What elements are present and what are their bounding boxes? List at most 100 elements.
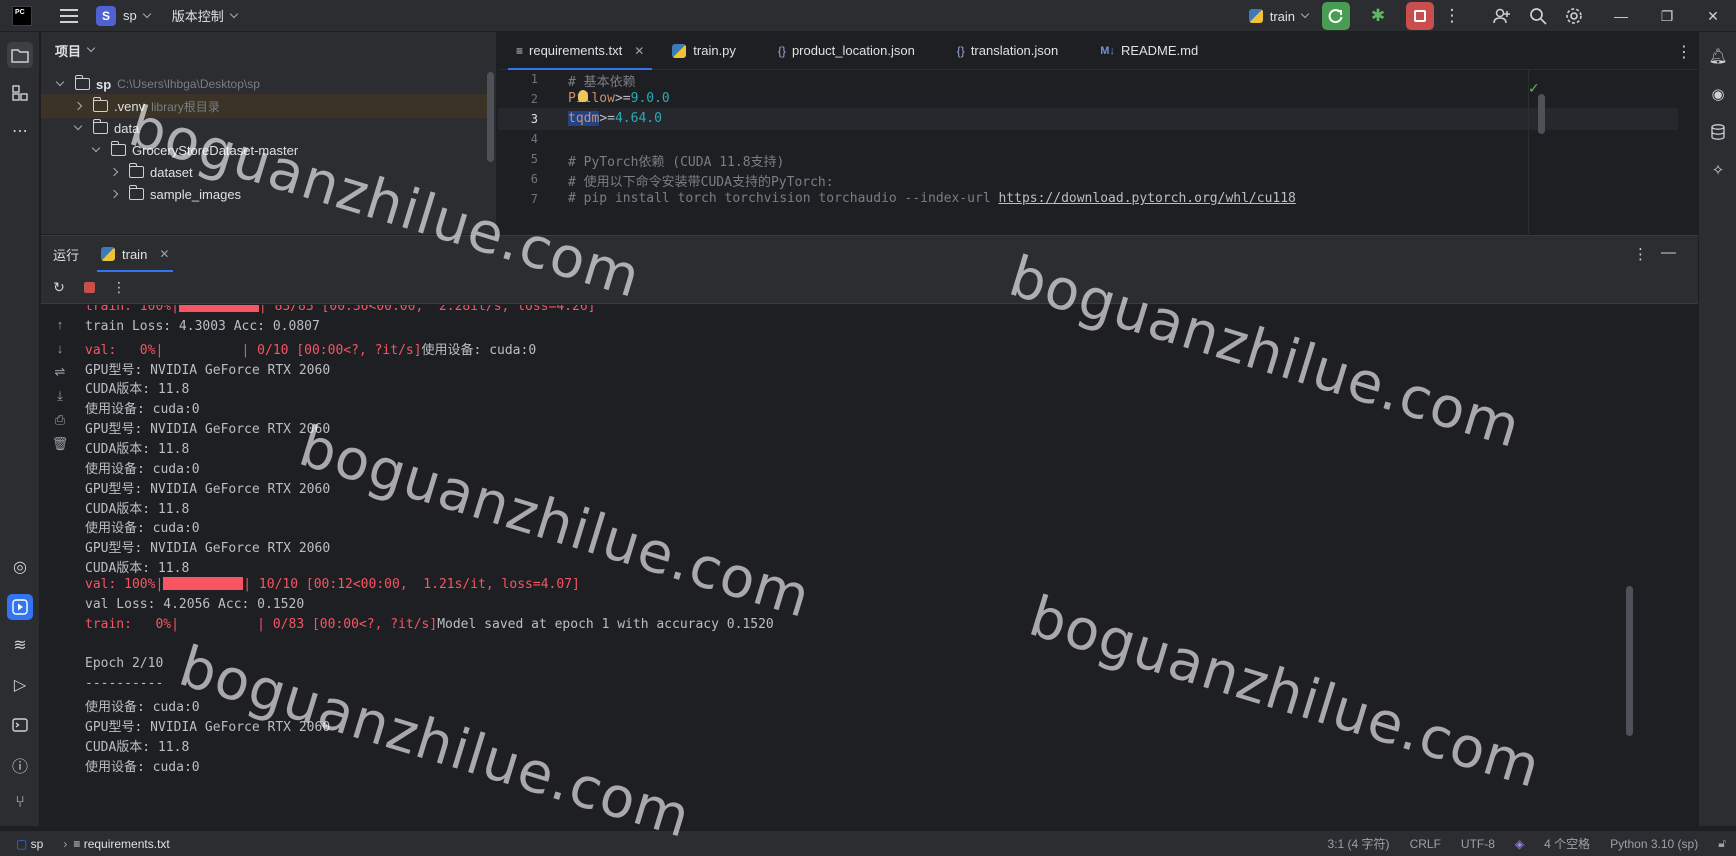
problems-icon[interactable]: ⓘ — [7, 752, 33, 778]
close-tab-icon[interactable]: ✕ — [634, 44, 644, 58]
add-user-icon[interactable] — [1484, 0, 1520, 32]
rerun-button[interactable] — [1322, 2, 1350, 30]
run-tool-icon[interactable] — [7, 594, 33, 620]
editor-area: ≡ requirements.txt ✕ train.py {} product… — [498, 32, 1698, 234]
tree-item-sample-images[interactable]: sample_images — [109, 182, 241, 206]
notifications-icon[interactable]: 🔔︎ — [1706, 44, 1730, 68]
url-link[interactable]: https://download.pytorch.org/whl/cu118 — [998, 191, 1295, 206]
search-icon[interactable] — [1520, 0, 1556, 32]
trash-icon[interactable]: 🗑︎ — [49, 433, 71, 455]
settings-gear-icon[interactable] — [1556, 0, 1592, 32]
code-line-6[interactable]: # 使用以下命令安装带CUDA支持的PyTorch: — [568, 171, 834, 190]
expand-arrow-icon — [55, 77, 65, 87]
copilot-icon[interactable]: ✧ — [1706, 158, 1730, 182]
console-text: ---------- — [85, 676, 164, 692]
console-output[interactable]: train: 100%| | 83/83 [00:36<00:00, 2.28it… — [85, 305, 1645, 827]
tab-label: translation.json — [970, 43, 1059, 58]
services-icon[interactable]: ▷ — [7, 672, 33, 698]
left-tool-strip: ⋯ ◎ ≋ ▷ ⓘ ⑂ — [0, 32, 40, 826]
console-scrollbar[interactable] — [1626, 586, 1633, 736]
project-scrollbar[interactable] — [487, 72, 494, 162]
file-encoding[interactable]: UTF-8 — [1461, 837, 1495, 851]
tab-label: train.py — [693, 43, 736, 58]
ai-assistant-icon[interactable]: ◉ — [1706, 82, 1730, 106]
line-separator[interactable]: CRLF — [1410, 837, 1441, 851]
status-project[interactable]: ▢ sp — [16, 837, 43, 851]
ai-status-icon[interactable]: ◈ — [1515, 837, 1524, 851]
code-line-1[interactable]: # 基本依赖 — [568, 71, 636, 90]
debug-icon[interactable]: ✱ — [1360, 0, 1396, 32]
folder-icon — [92, 119, 108, 134]
print-icon[interactable]: ⎙ — [49, 409, 71, 431]
lightbulb-icon[interactable] — [578, 90, 588, 102]
version-number: 9.0.0 — [630, 91, 670, 106]
tab-label: requirements.txt — [529, 43, 623, 58]
database-icon[interactable] — [1706, 120, 1730, 144]
code-line-7[interactable]: # pip install torch torchvision torchaud… — [568, 191, 1296, 206]
run-panel-header: 运行 train ✕ ⋮ — — [41, 236, 1698, 272]
console-line: train: 100%| | 83/83 [00:36<00:00, 2.28it… — [85, 305, 595, 319]
scroll-down-icon[interactable]: ↓ — [49, 337, 71, 359]
editor-scrollbar[interactable] — [1538, 94, 1545, 134]
tree-item-dataset[interactable]: dataset — [109, 160, 193, 184]
run-tab-train[interactable]: train ✕ — [96, 236, 174, 272]
stop-icon[interactable] — [77, 276, 101, 300]
run-config-label: train — [1269, 8, 1295, 24]
project-badge[interactable]: S — [96, 5, 116, 26]
status-file[interactable]: ≡ requirements.txt — [73, 837, 169, 851]
lock-icon[interactable]: 🔓︎ — [1718, 836, 1726, 851]
close-tab-icon[interactable]: ✕ — [159, 247, 169, 261]
python-interpreter[interactable]: Python 3.10 (sp) — [1610, 837, 1698, 851]
console-line: 使用设备: cuda:0 — [85, 756, 200, 776]
tab-translation[interactable]: {} translation.json — [943, 32, 1072, 70]
console-text: train: 0%| | 0/83 [00:00<?, ?it/s] — [85, 616, 438, 632]
scroll-to-end-icon[interactable]: ⤓ — [49, 385, 71, 407]
run-config-selector[interactable]: train — [1248, 8, 1310, 24]
more-icon[interactable]: ⋮ — [1434, 0, 1470, 32]
tabs-more-icon[interactable]: ⋮ — [1676, 42, 1692, 62]
stop-button[interactable] — [1406, 2, 1434, 30]
tree-item-sp[interactable]: sp C:\Users\lhbga\Desktop\sp — [55, 72, 260, 96]
chevron-down-icon — [86, 43, 96, 53]
progress-bar — [163, 576, 244, 590]
python-icon — [1248, 9, 1263, 23]
scroll-up-icon[interactable]: ↑ — [49, 313, 71, 335]
soft-wrap-icon[interactable]: ⇌ — [49, 361, 71, 383]
project-folder-icon[interactable] — [7, 42, 33, 68]
more-tools-icon[interactable]: ⋯ — [7, 118, 33, 144]
python-packages-icon[interactable]: ◎ — [7, 554, 33, 580]
json-file-icon: {} — [956, 43, 965, 58]
structure-icon[interactable] — [7, 80, 33, 106]
chevron-down-icon — [142, 9, 151, 18]
git-icon[interactable]: ⑂ — [7, 790, 33, 816]
tab-label: product_location.json — [791, 43, 915, 58]
indent-setting[interactable]: 4 个空格 — [1544, 835, 1590, 852]
close-icon[interactable]: ✕ — [1690, 0, 1736, 32]
folder-icon — [92, 97, 108, 112]
tab-readme[interactable]: M↓ README.md — [1086, 32, 1212, 70]
more-icon[interactable]: ⋮ — [107, 276, 131, 300]
console-text: val Loss: 4.2056 Acc: 0.1520 — [85, 596, 305, 612]
minimize-icon[interactable]: — — [1598, 0, 1644, 32]
run-more-icon[interactable]: ⋮ — [1633, 245, 1648, 263]
project-panel-title[interactable]: 项目 — [55, 41, 81, 60]
main-menu-icon[interactable] — [60, 8, 78, 23]
caret-position[interactable]: 3:1 (4 字符) — [1328, 835, 1390, 852]
restore-icon[interactable]: ❐ — [1644, 0, 1690, 32]
hide-panel-icon[interactable]: — — [1661, 244, 1676, 261]
folder-icon — [110, 141, 126, 156]
console-line: CUDA版本: 11.8 — [85, 498, 189, 518]
terminal-icon[interactable] — [7, 712, 33, 738]
tab-train-py[interactable]: train.py — [658, 32, 750, 70]
tab-requirements[interactable]: ≡ requirements.txt ✕ — [502, 32, 658, 70]
tree-item-venv[interactable]: .venv library根目录 — [41, 94, 489, 118]
tree-item-data[interactable]: data — [73, 116, 139, 140]
vcs-selector[interactable]: 版本控制 — [172, 6, 224, 25]
project-selector[interactable]: sp — [123, 8, 137, 23]
layers-icon[interactable]: ≋ — [7, 632, 33, 658]
tab-product-location[interactable]: {} product_location.json — [764, 32, 929, 70]
tree-item-grocery[interactable]: GroceryStoreDataset-master — [91, 138, 298, 162]
code-line-5[interactable]: # PyTorch依赖 (CUDA 11.8支持) — [568, 151, 784, 170]
code-line-3[interactable]: tqdm>=4.64.0 — [568, 111, 662, 126]
rerun-icon[interactable]: ↻ — [47, 276, 71, 300]
